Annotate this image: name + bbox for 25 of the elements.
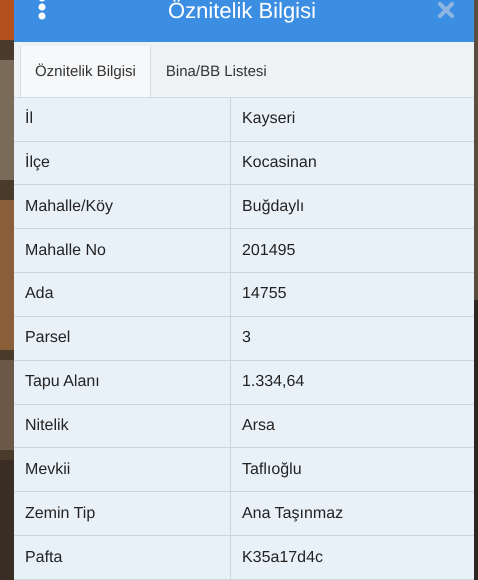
tab[interactable]: Öznitelik Bilgisi [20, 46, 151, 97]
tab[interactable]: Bina/BB Listesi [150, 46, 282, 97]
table-cell-text: Ana Taşınmaz [241, 504, 344, 524]
table-cell-text: 201495 [241, 240, 296, 261]
table-cell: İlçe [14, 142, 231, 184]
table-cell-text: Buğdaylı [241, 196, 306, 217]
table-cell-text: K35a17d4c [241, 548, 324, 568]
table-cell: İl [14, 98, 231, 141]
table-cell-text: Taflıoğlu [241, 460, 303, 480]
table-cell-text: 1.334,64 [241, 372, 306, 392]
table-cell: Nitelik [14, 404, 231, 448]
table-cell-text: 14755 [241, 284, 288, 304]
table-cell-text: Arsa [241, 416, 276, 436]
table-cell-text: 3 [241, 328, 252, 348]
table-cell: Mahalle/Köy [14, 185, 231, 228]
table-cell: Mahalle No [14, 229, 231, 272]
table-cell-text: Kayseri [241, 109, 296, 130]
table-cell-text: Kocasinan [241, 152, 318, 173]
table-cell: Tapu Alanı [14, 360, 231, 404]
table-cell: Parsel [14, 316, 231, 360]
table-cell: Mevkii [14, 448, 231, 492]
table-cell: Ada [14, 273, 231, 316]
table-cell: Zemin Tip [14, 492, 231, 536]
table-cell: Pafta [14, 536, 231, 579]
menu-icon[interactable] [38, 0, 46, 20]
